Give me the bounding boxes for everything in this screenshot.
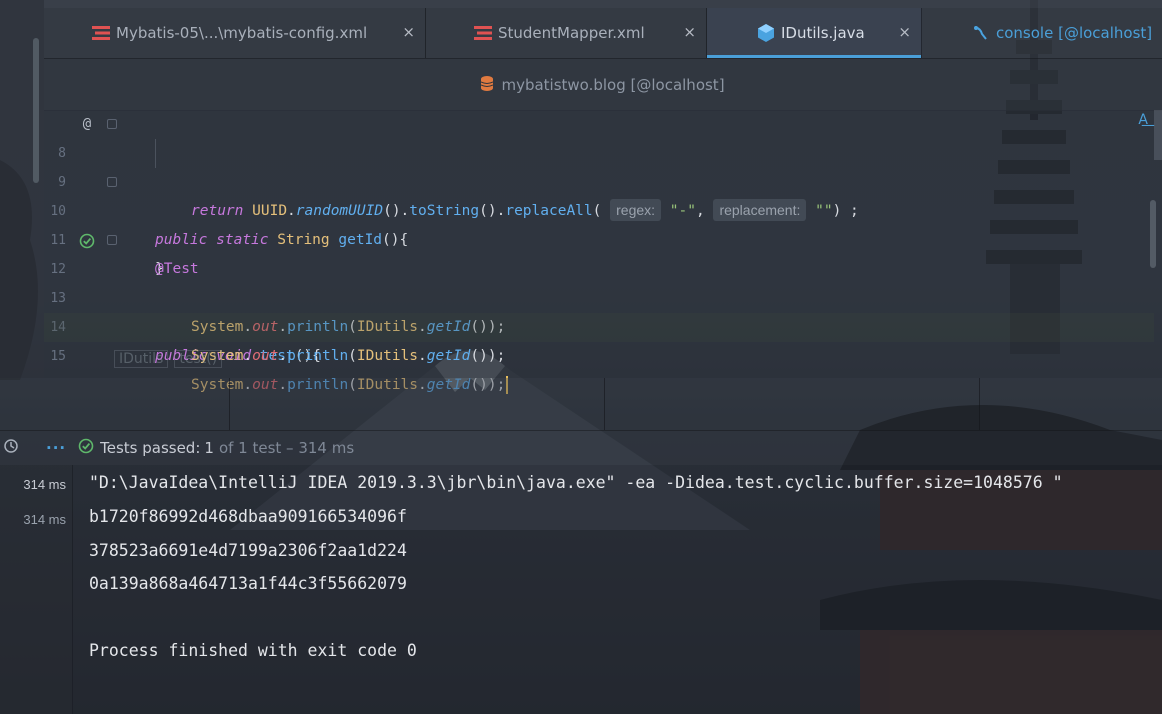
breadcrumb-item[interactable]: IDutils: [114, 350, 169, 368]
breadcrumb[interactable]: IDutils test(): [114, 350, 223, 368]
console-line: 378523a6691e4d7199a2306f2aa1d224: [89, 541, 407, 560]
test-passed-icon[interactable]: [78, 226, 96, 255]
history-icon[interactable]: [2, 438, 20, 458]
fold-icon[interactable]: [107, 235, 117, 245]
tool-window-header: [0, 378, 1162, 431]
test-tree-durations: 314 ms 314 ms: [0, 465, 73, 714]
divider: [229, 378, 230, 430]
tab-student-mapper[interactable]: StudentMapper.xml ×: [426, 8, 707, 58]
code-line[interactable]: 12 public void test(){: [44, 226, 1154, 364]
tab-label: Mybatis-05\...\mybatis-config.xml: [116, 24, 368, 42]
xml-file-icon: [474, 24, 492, 42]
code-line[interactable]: 11 @Test: [44, 197, 1154, 277]
console-line: Process finished with exit code 0: [89, 641, 417, 660]
override-marker-icon[interactable]: @: [78, 110, 96, 139]
breadcrumb-item[interactable]: test(): [174, 350, 223, 368]
divider: [604, 378, 605, 430]
xml-file-icon: [92, 24, 110, 42]
tab-label: IDutils.java: [781, 24, 865, 42]
java-class-icon: [757, 24, 775, 42]
duration-label: 314 ms: [23, 477, 66, 492]
tab-mybatis-config[interactable]: Mybatis-05\...\mybatis-config.xml ×: [44, 8, 426, 58]
tests-summary: of 1 test – 314 ms: [218, 439, 355, 457]
tests-passed-icon: [78, 438, 94, 458]
close-icon[interactable]: ×: [683, 23, 696, 41]
fold-icon[interactable]: [107, 177, 117, 187]
datasource-label: mybatistwo.blog [@localhost]: [501, 76, 725, 94]
tab-label: StudentMapper.xml: [498, 24, 645, 42]
console-line: b1720f86992d468dbaa909166534096f: [89, 507, 407, 526]
code-line[interactable]: 10 }: [44, 168, 1154, 277]
tab-console[interactable]: console [@localhost]: [922, 8, 1162, 58]
duration-label: 314 ms: [23, 512, 66, 527]
code-text: System.out.println(IDutils.getId());: [191, 348, 506, 364]
code-line[interactable]: 9 return UUID.randomUUID().toString().re…: [44, 139, 1154, 221]
sql-console-icon: [972, 24, 990, 42]
close-icon[interactable]: ×: [898, 23, 911, 41]
run-console-output[interactable]: "D:\JavaIdea\IntelliJ IDEA 2019.3.3\jbr\…: [72, 465, 1162, 714]
datasource-bar[interactable]: mybatistwo.blog [@localhost]: [44, 58, 1162, 111]
test-results-toolbar: ··· Tests passed: 1 of 1 test – 314 ms: [0, 431, 1162, 465]
console-line: 0a139a868a464713a1f44c3f55662079: [89, 574, 407, 593]
tab-idutils[interactable]: IDutils.java ×: [707, 8, 922, 58]
close-icon[interactable]: ×: [402, 23, 415, 41]
database-icon: [481, 75, 494, 95]
tests-passed-count: 1: [204, 439, 214, 457]
tests-passed-label: Tests passed:: [100, 439, 201, 457]
code-line-current[interactable]: 15 System.out.println(IDutils.getId());: [44, 313, 1154, 394]
code-line[interactable]: 13 System.out.println(IDutils.getId());: [44, 255, 1154, 335]
tab-label: console [@localhost]: [996, 24, 1153, 42]
tabbar-top-edge: [44, 0, 1162, 8]
editor-scroll-track: [1154, 110, 1162, 160]
code-line[interactable]: 14 System.out.println(IDutils.getId());: [44, 284, 1154, 364]
more-options-icon[interactable]: ···: [46, 439, 66, 457]
left-scrollbar[interactable]: [33, 38, 39, 183]
divider: [979, 378, 980, 430]
code-line[interactable]: 8 @ public static String getId(){: [44, 110, 1154, 248]
line-number: 15: [50, 349, 66, 364]
console-line: "D:\JavaIdea\IntelliJ IDEA 2019.3.3\jbr\…: [89, 473, 1063, 492]
fold-icon[interactable]: [107, 119, 117, 129]
code-editor[interactable]: A͟ 8 @ public static String getId(){ 9 r…: [44, 110, 1162, 394]
